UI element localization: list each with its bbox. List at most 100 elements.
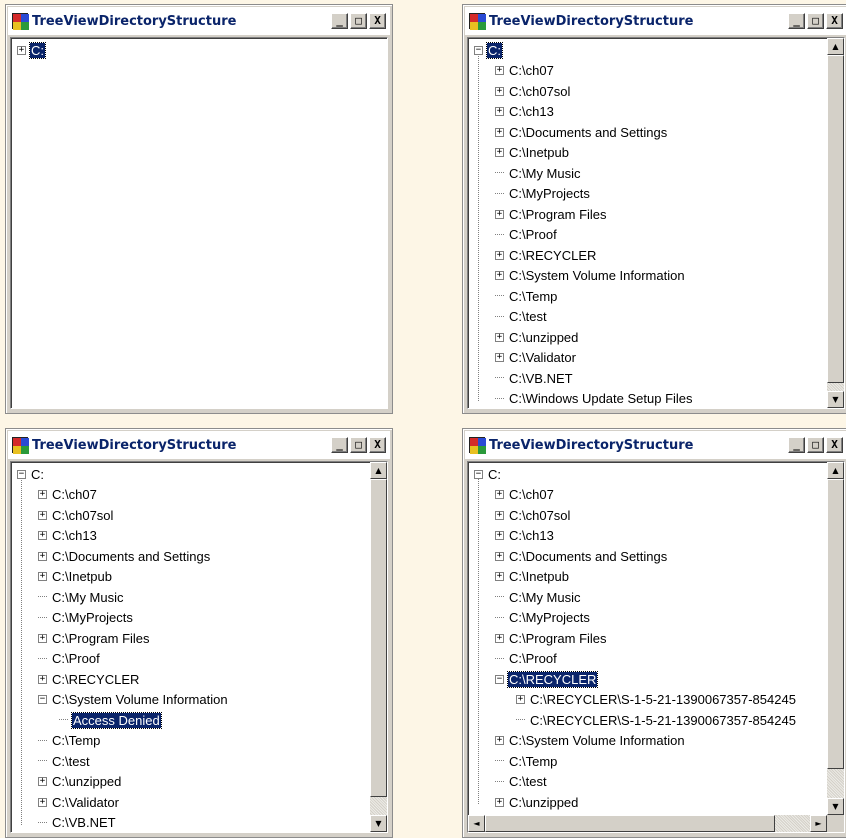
close-button[interactable]: X [369, 13, 386, 29]
tree-node-label[interactable]: C:\ch07 [51, 487, 98, 502]
minimize-button[interactable]: _ [788, 13, 805, 29]
tree-node-label[interactable]: C:\Windows Update Setup Files [508, 391, 694, 406]
tree-node-label[interactable]: C:\Proof [508, 651, 558, 666]
tree-node[interactable]: + C:\unzipped [495, 327, 579, 347]
tree-node-label[interactable]: C:\unzipped [51, 774, 122, 789]
tree-node[interactable]: + C:\ch07sol [38, 505, 114, 525]
expand-icon[interactable]: + [516, 695, 525, 704]
tree-node-label[interactable]: C: [30, 467, 45, 482]
tree-node[interactable]: + C:\Program Files [38, 628, 151, 648]
tree-node[interactable]: + C:\ch07 [38, 485, 98, 505]
vertical-scrollbar[interactable]: ▲ ▼ [827, 462, 844, 815]
tree-node[interactable]: + C:\ch07 [495, 485, 555, 505]
tree-node-label[interactable]: C:\RECYCLER [506, 670, 599, 688]
tree-node-label[interactable]: C:\Documents and Settings [508, 549, 668, 564]
close-button[interactable]: X [826, 13, 843, 29]
expand-icon[interactable]: + [38, 633, 47, 643]
tree-node-label[interactable]: C:\My Music [51, 590, 125, 605]
tree-node-label[interactable]: C:\MyProjects [508, 610, 591, 625]
tree-node-label[interactable]: C:\RECYCLER [51, 672, 140, 687]
tree-node-label[interactable]: C:\Proof [51, 651, 101, 666]
tree-node[interactable]: C:\RECYCLER\S-1-5-21-1390067357-854245 [516, 710, 797, 730]
tree-node-label[interactable]: C:\Validator [51, 795, 120, 810]
tree-node[interactable]: C:\Proof [38, 649, 101, 669]
tree-node[interactable]: C:\VB.NET [38, 813, 117, 833]
tree-view[interactable]: − C: + C:\ch07 + C:\ch07sol + C:\ch13 + C:\Docume… [467, 37, 845, 409]
tree-node[interactable]: − C:\RECYCLER [495, 669, 599, 689]
expand-icon[interactable]: + [495, 148, 504, 157]
tree-node-label[interactable]: C:\Temp [508, 754, 558, 769]
tree-node-label[interactable]: C:\unzipped [508, 330, 579, 345]
maximize-button[interactable]: □ [350, 13, 367, 29]
expand-icon[interactable]: + [38, 490, 47, 499]
maximize-button[interactable]: □ [807, 437, 824, 453]
tree-node[interactable]: + C:\Validator [38, 792, 120, 812]
tree-node[interactable]: C:\Windows Update Setup Files [495, 389, 694, 409]
tree-node-label[interactable]: C:\System Volume Information [51, 692, 229, 707]
tree-node-label[interactable]: C:\VB.NET [51, 815, 117, 830]
expand-icon[interactable]: + [495, 797, 504, 807]
tree-node-label[interactable]: C:\Temp [51, 733, 101, 748]
tree-node-label[interactable]: C:\Validator [508, 350, 577, 365]
tree-node[interactable]: C:\Temp [495, 286, 558, 306]
tree-node[interactable]: + C:\System Volume Information [495, 731, 686, 751]
expand-icon[interactable]: + [495, 572, 504, 581]
expand-icon[interactable]: + [495, 551, 504, 561]
tree-node[interactable]: C:\My Music [495, 163, 582, 183]
expand-icon[interactable]: + [495, 271, 504, 280]
tree-node[interactable]: C:\My Music [495, 587, 582, 607]
tree-node[interactable]: + C:\RECYCLER\S-1-5-21-1390067357-854245 [516, 690, 797, 710]
tree-node[interactable]: C:\test [495, 772, 548, 792]
scroll-up-button[interactable]: ▲ [827, 38, 844, 55]
scroll-right-button[interactable]: ► [810, 815, 827, 832]
tree-node-label[interactable]: C:\test [51, 754, 91, 769]
expand-icon[interactable]: + [38, 572, 47, 581]
scroll-up-button[interactable]: ▲ [827, 462, 844, 479]
tree-node-label[interactable]: C:\Proof [508, 227, 558, 242]
expand-icon[interactable]: + [495, 353, 504, 362]
tree-node[interactable]: C:\MyProjects [38, 608, 134, 628]
vertical-scrollbar[interactable]: ▲ ▼ [827, 38, 844, 408]
tree-node[interactable]: + C:\unzipped [495, 792, 579, 812]
scroll-down-button[interactable]: ▼ [370, 815, 387, 832]
scroll-down-button[interactable]: ▼ [827, 391, 844, 408]
tree-node-label[interactable]: Access Denied [71, 711, 162, 729]
maximize-button[interactable]: □ [807, 13, 824, 29]
tree-node[interactable]: + C:\ch07 [495, 61, 555, 81]
tree-node[interactable]: C:\Temp [38, 731, 101, 751]
minimize-button[interactable]: _ [331, 13, 348, 29]
scroll-left-button[interactable]: ◄ [468, 815, 485, 832]
tree-node[interactable]: + C:\System Volume Information [495, 266, 686, 286]
tree-node-label[interactable]: C:\Temp [508, 289, 558, 304]
tree-node-label[interactable]: C:\test [508, 309, 548, 324]
expand-icon[interactable]: + [38, 531, 47, 540]
tree-node-label[interactable]: C:\ch07sol [51, 508, 114, 523]
tree-node[interactable]: + C:\ch13 [495, 526, 555, 546]
tree-node-label[interactable]: C:\ch13 [508, 104, 555, 119]
expand-icon[interactable]: + [495, 490, 504, 499]
expand-icon[interactable]: + [38, 510, 47, 520]
tree-node[interactable]: + C:\Program Files [495, 628, 608, 648]
tree-node[interactable]: + C:\Program Files [495, 204, 608, 224]
expand-icon[interactable]: + [17, 45, 26, 55]
tree-node-label[interactable]: C:\ch07 [508, 487, 555, 502]
expand-icon[interactable]: + [495, 127, 504, 137]
tree-node-label[interactable]: C:\System Volume Information [508, 733, 686, 748]
scroll-thumb[interactable] [827, 55, 844, 383]
tree-node-label[interactable]: C:\Inetpub [51, 569, 113, 584]
tree-view[interactable]: + C: [10, 37, 388, 409]
tree-node-label[interactable]: C:\VB.NET [508, 371, 574, 386]
tree-node[interactable]: + C:\Inetpub [495, 143, 570, 163]
expand-icon[interactable]: + [495, 531, 504, 540]
tree-node-label[interactable]: C:\RECYCLER\S-1-5-21-1390067357-854245 [529, 713, 797, 728]
expand-icon[interactable]: + [495, 107, 504, 116]
expand-icon[interactable]: + [38, 797, 47, 807]
scroll-up-button[interactable]: ▲ [370, 462, 387, 479]
tree-node-label[interactable]: C: [29, 41, 46, 59]
tree-node-label[interactable]: C:\test [508, 774, 548, 789]
tree-node[interactable]: + C:\Documents and Settings [38, 546, 211, 566]
scroll-thumb[interactable] [827, 479, 844, 769]
tree-node[interactable]: C:\My Music [38, 587, 125, 607]
tree-node-label[interactable]: C:\ch13 [508, 528, 555, 543]
scroll-thumb[interactable] [370, 479, 387, 797]
